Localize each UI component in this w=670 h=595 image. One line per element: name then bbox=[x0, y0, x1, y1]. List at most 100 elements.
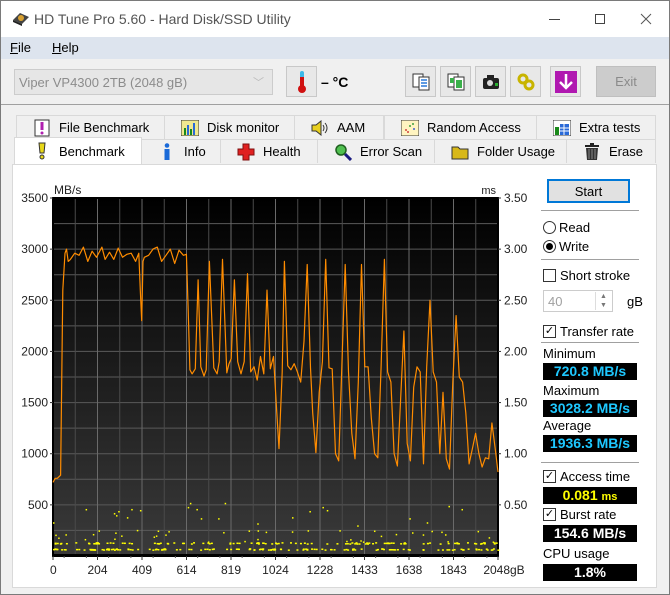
transfer-rate-checkbox[interactable]: ✓ Transfer rate bbox=[543, 324, 634, 339]
tab-aam[interactable]: AAM bbox=[294, 115, 384, 139]
x-tick-label: 1638 bbox=[396, 563, 423, 577]
access-time-point bbox=[360, 540, 362, 542]
read-radio[interactable]: Read bbox=[543, 220, 590, 235]
toolbar: Viper VP4300 2TB (2048 gB) ﹀ – °C Exit bbox=[1, 59, 669, 105]
access-time-point bbox=[270, 549, 273, 551]
access-time-point bbox=[305, 548, 308, 550]
access-time-point bbox=[193, 542, 196, 544]
tab-folder-usage[interactable]: Folder Usage bbox=[434, 139, 567, 163]
screenshot-button[interactable] bbox=[475, 66, 506, 97]
access-time-point bbox=[155, 535, 158, 537]
access-time-point bbox=[409, 518, 411, 520]
speaker-icon bbox=[311, 119, 329, 137]
tab-file-benchmark[interactable]: File Benchmark bbox=[16, 115, 168, 139]
access-time-point bbox=[53, 522, 55, 524]
tab-label: Benchmark bbox=[59, 143, 125, 159]
tab-disk-monitor[interactable]: Disk monitor bbox=[164, 115, 295, 139]
access-time-point bbox=[115, 532, 117, 534]
save-button[interactable] bbox=[550, 66, 581, 97]
tab-random-access[interactable]: Random Access bbox=[384, 115, 537, 139]
options-button[interactable] bbox=[510, 66, 541, 97]
access-time-point bbox=[75, 542, 78, 544]
tab-info[interactable]: Info bbox=[141, 139, 221, 163]
tab-label: AAM bbox=[337, 120, 366, 135]
x-tick-label: 1228 bbox=[307, 563, 334, 577]
tab-erase[interactable]: Erase bbox=[566, 139, 656, 163]
tab-benchmark[interactable]: Benchmark bbox=[14, 137, 142, 164]
access-time-point bbox=[226, 548, 229, 551]
transfer-rate-check-box: ✓ bbox=[543, 325, 556, 338]
copy-screenshot-button[interactable] bbox=[440, 66, 471, 97]
access-time-point bbox=[237, 548, 240, 550]
access-time-point bbox=[103, 549, 106, 551]
x-tick-label: 819 bbox=[221, 563, 241, 577]
access-time-point bbox=[264, 542, 267, 545]
access-time-point bbox=[56, 548, 59, 551]
menu-file[interactable]: File bbox=[10, 40, 31, 55]
access-time-point bbox=[339, 530, 341, 532]
access-time-point bbox=[446, 549, 449, 551]
access-time-point bbox=[131, 508, 133, 511]
tab-label: Health bbox=[263, 144, 301, 159]
access-time-point bbox=[390, 542, 393, 544]
minimum-value: 720.8 MB/s bbox=[543, 363, 637, 380]
health-cross-icon bbox=[237, 143, 255, 161]
access-time-point bbox=[392, 542, 395, 544]
write-label: Write bbox=[559, 239, 590, 254]
trash-icon bbox=[583, 142, 601, 161]
access-time-point bbox=[54, 542, 57, 545]
menu-help[interactable]: Help bbox=[52, 40, 79, 55]
maximize-button[interactable] bbox=[577, 1, 623, 37]
access-time-point bbox=[347, 549, 350, 551]
spinner-arrows-icon[interactable]: ▲ ▼ bbox=[595, 292, 611, 310]
access-time-point bbox=[129, 548, 132, 551]
x-tick-label: 2048gB bbox=[483, 563, 524, 577]
file-benchmark-icon bbox=[33, 119, 51, 137]
copy-text-button[interactable] bbox=[405, 66, 436, 97]
access-time-point bbox=[368, 542, 371, 544]
burst-rate-checkbox[interactable]: ✓ Burst rate bbox=[543, 507, 616, 522]
short-stroke-checkbox[interactable]: Short stroke bbox=[543, 268, 630, 283]
drive-select[interactable]: Viper VP4300 2TB (2048 gB) ﹀ bbox=[14, 69, 273, 95]
access-time-point bbox=[187, 506, 190, 509]
tab-error-scan[interactable]: Error Scan bbox=[317, 139, 435, 163]
temperature-button[interactable] bbox=[286, 66, 317, 97]
access-time-point bbox=[402, 548, 405, 551]
access-time-point bbox=[447, 542, 450, 545]
access-time-point bbox=[441, 531, 443, 534]
access-time-point bbox=[422, 534, 425, 536]
y-tick-label-left: 3500 bbox=[21, 191, 48, 205]
write-radio[interactable]: Write bbox=[543, 239, 589, 254]
exit-button[interactable]: Exit bbox=[596, 66, 656, 97]
minimize-button[interactable] bbox=[531, 1, 577, 37]
hard-disk-app-icon bbox=[11, 11, 31, 27]
menu-file-label: ile bbox=[17, 40, 31, 55]
access-time-point bbox=[461, 508, 463, 511]
y-tick-label-left: 2500 bbox=[21, 293, 48, 307]
access-time-point bbox=[429, 542, 432, 544]
access-time-point bbox=[153, 536, 156, 538]
access-time-point bbox=[236, 542, 239, 545]
access-time-point bbox=[112, 542, 115, 544]
tab-control: File Benchmark Disk monitor AAM Random A… bbox=[1, 105, 669, 595]
access-time-point bbox=[267, 549, 270, 551]
start-button[interactable]: Start bbox=[547, 179, 630, 203]
access-time-point bbox=[271, 548, 274, 551]
short-stroke-size-input[interactable]: 40 ▲ ▼ bbox=[543, 290, 613, 312]
tab-extra-tests[interactable]: Extra tests bbox=[536, 115, 656, 139]
app-window: HD Tune Pro 5.60 - Hard Disk/SSD Utility… bbox=[0, 0, 670, 595]
access-time-checkbox[interactable]: ✓ Access time bbox=[543, 469, 630, 484]
menu-help-accel: H bbox=[52, 40, 62, 55]
maximum-label: Maximum bbox=[543, 383, 600, 398]
access-time-point bbox=[490, 549, 493, 551]
access-time-point bbox=[244, 540, 246, 543]
burst-rate-check-box: ✓ bbox=[543, 508, 556, 521]
tab-health[interactable]: Health bbox=[220, 139, 318, 163]
random-access-icon bbox=[401, 119, 419, 137]
close-button[interactable] bbox=[623, 1, 669, 37]
access-time-point bbox=[422, 549, 425, 551]
access-time-point bbox=[207, 541, 210, 543]
access-time-point bbox=[208, 543, 211, 545]
temperature-readout: – °C bbox=[321, 74, 349, 90]
access-time-point bbox=[333, 549, 336, 551]
